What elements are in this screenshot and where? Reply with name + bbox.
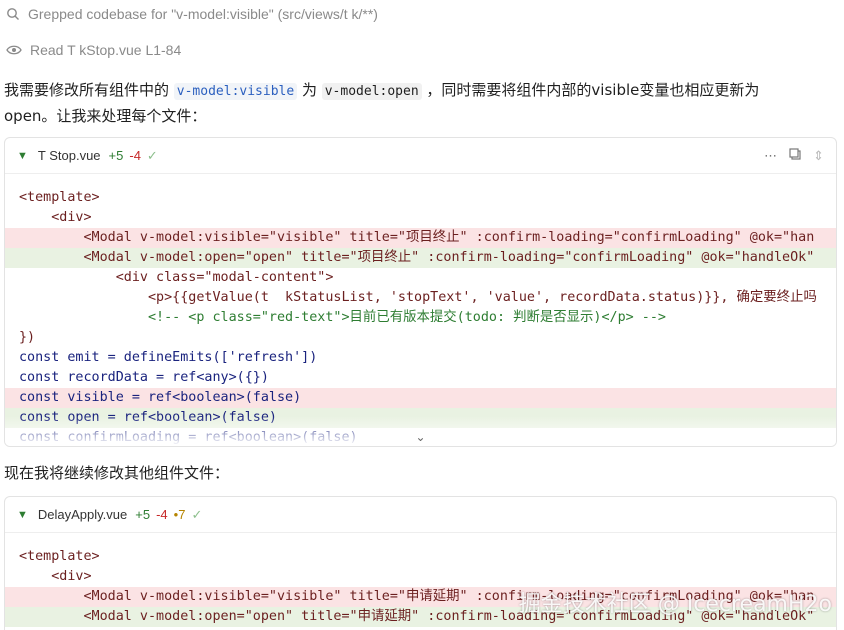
removed-count: -4	[156, 507, 168, 522]
file-name[interactable]: DelayApply.vue	[38, 507, 127, 522]
code-line: <!-- <p class="red-text">目前已有版本提交(todo: …	[19, 310, 666, 325]
chevron-down-icon[interactable]: ▼	[17, 509, 28, 521]
inline-code: v-model:open	[321, 83, 422, 100]
code-line: const emit = defineEmits(['refresh'])	[19, 350, 318, 365]
removed-code-line: const visible = ref<boolean>(false)	[5, 388, 836, 408]
removed-count: -4	[129, 148, 141, 163]
more-icon[interactable]: ⋯	[764, 148, 777, 164]
eye-icon	[6, 44, 22, 56]
code-diff-card[interactable]: ▼ T Stop.vue +5 -4 ✓ ⋯ ⇕ <template> <div…	[4, 137, 837, 447]
chevron-down-icon[interactable]: ▼	[17, 150, 28, 162]
added-count: +5	[108, 148, 124, 163]
code-line: <div>	[19, 210, 92, 225]
message-text: 为	[297, 81, 322, 99]
diff-header[interactable]: ▼ T Stop.vue +5 -4 ✓ ⋯ ⇕	[5, 138, 836, 174]
tool-step-read[interactable]: Read T kStop.vue L1-84	[6, 42, 181, 58]
assistant-message-2: 现在我将继续修改其他组件文件：	[4, 464, 230, 482]
code-block: <template> <div> <Modal v-model:visible=…	[5, 174, 836, 446]
tool-step-label: Read T kStop.vue L1-84	[30, 42, 182, 58]
file-name[interactable]: T Stop.vue	[38, 148, 101, 163]
modified-count: •7	[173, 507, 186, 522]
search-icon	[6, 7, 20, 21]
code-line: })	[19, 330, 36, 345]
copy-icon[interactable]	[789, 148, 801, 163]
diff-header[interactable]: ▼ DelayApply.vue +5 -4 •7 ✓	[5, 497, 836, 533]
tool-step-label: Grepped codebase for "v-model:visible" (…	[28, 6, 378, 22]
code-line: <template>	[19, 549, 100, 564]
expand-icon[interactable]: ⇕	[813, 148, 824, 164]
check-icon: ✓	[146, 147, 158, 163]
check-icon: ✓	[191, 506, 203, 522]
added-count: +5	[135, 507, 151, 522]
code-line: const recordData = ref<any>({})	[19, 370, 269, 385]
message-text: 我需要修改所有组件中的	[4, 81, 174, 99]
code-line: <div>	[19, 569, 92, 584]
chevron-down-icon[interactable]: ⌄	[415, 430, 425, 444]
added-code-line: <Modal v-model:open="open" title="项目终止" …	[5, 248, 836, 268]
tool-step-grep[interactable]: Grepped codebase for "v-model:visible" (…	[6, 6, 378, 22]
watermark: 掘金技术社区 @ IcecreamH2o	[518, 592, 832, 617]
assistant-message-1: 我需要修改所有组件中的 v-model:visible 为 v-model:op…	[4, 78, 804, 128]
inline-code: v-model:visible	[173, 83, 298, 100]
code-line: <p>{{getValue(t kStatusList, 'stopText',…	[19, 290, 817, 305]
removed-code-line: <Modal v-model:visible="visible" title="…	[5, 228, 836, 248]
code-line: <div class="modal-content">	[19, 270, 334, 285]
code-line: <template>	[19, 190, 100, 205]
